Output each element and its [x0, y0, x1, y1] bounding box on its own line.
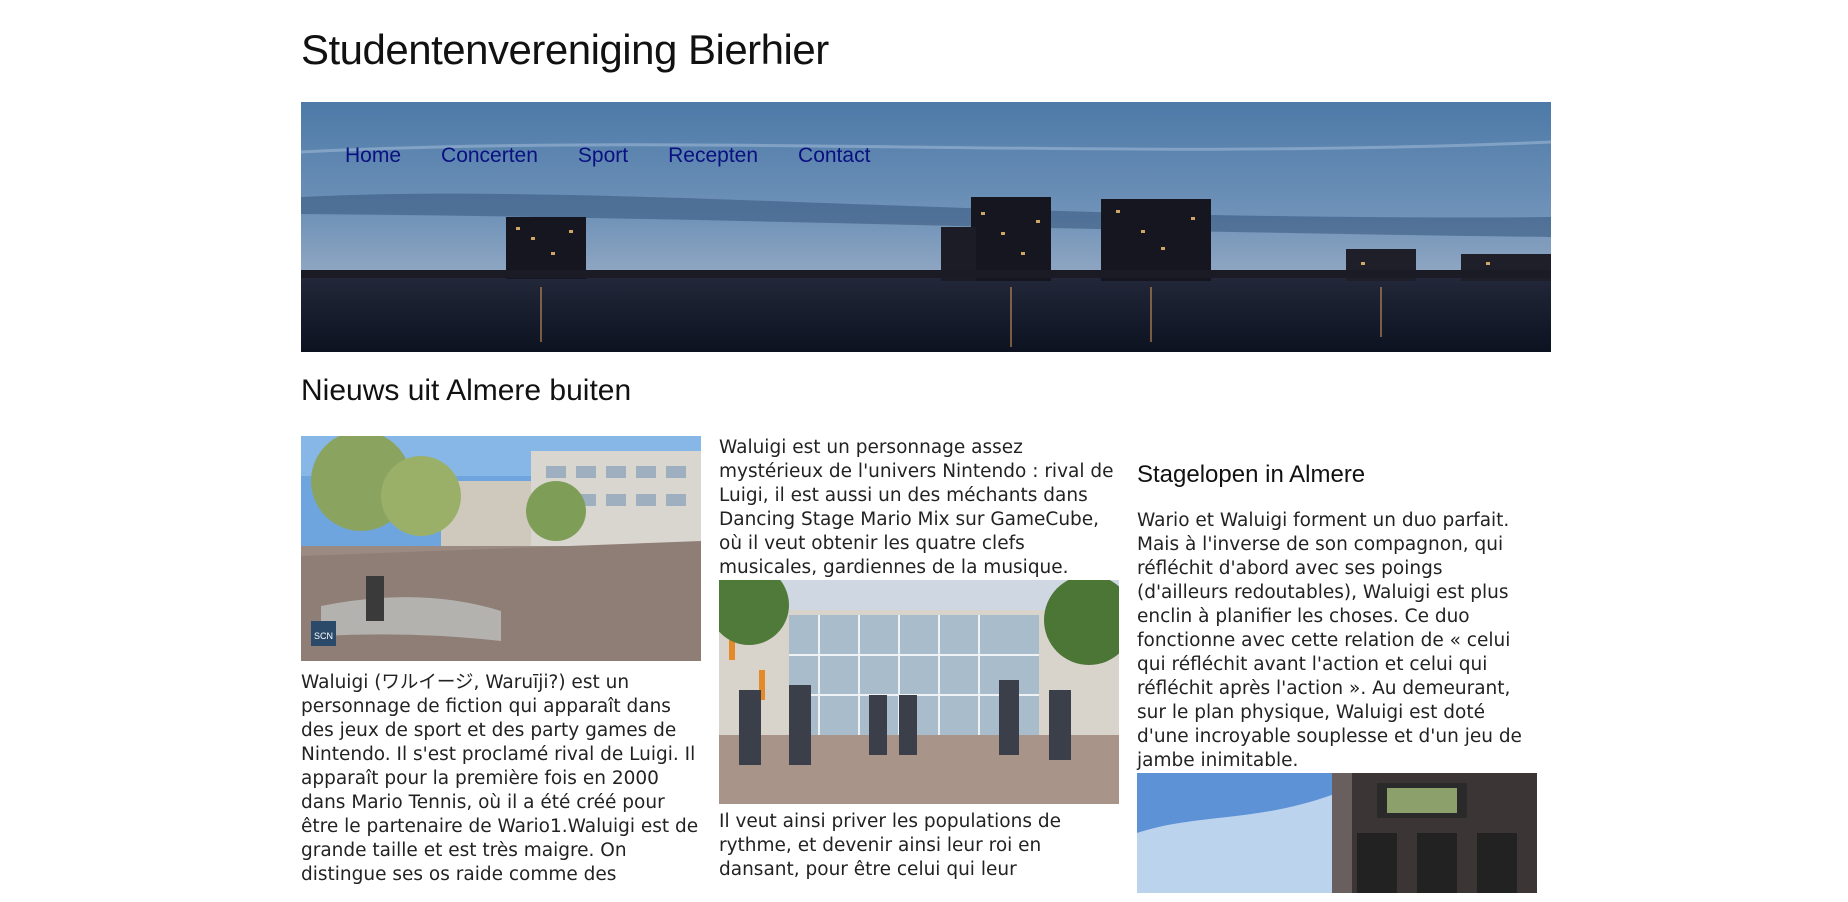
news-column-3: Stagelopen in Almere Wario et Waluigi fo… — [1137, 436, 1537, 893]
article-text-1: Waluigi (ワルイージ, Waruīji?) est un personn… — [301, 672, 699, 885]
nav-link-contact[interactable]: Contact — [798, 144, 870, 167]
square-photo: SCN — [301, 436, 701, 661]
nav-link-recepten[interactable]: Recepten — [668, 144, 758, 167]
article-text-3: Wario et Waluigi forment un duo parfait.… — [1137, 510, 1522, 771]
news-column-1: SCN Waluigi (ワルイージ, Waruīji?) est un per… — [301, 436, 701, 887]
nav-link-home[interactable]: Home — [345, 144, 401, 167]
nav-item-contact: Contact — [798, 144, 870, 168]
city-skyline-image — [301, 102, 1551, 352]
news-column-2: Waluigi est un personnage assez mystérie… — [719, 436, 1119, 882]
nav-link-concerten[interactable]: Concerten — [441, 144, 538, 167]
nav-item-sport: Sport — [578, 144, 628, 168]
article-text-2-top: Waluigi est un personnage assez mystérie… — [719, 437, 1114, 578]
article-text-2-bottom: Il veut ainsi priver les populations de … — [719, 811, 1061, 880]
site-title: Studentenvereniging Bierhier — [301, 26, 829, 73]
campus-photo — [719, 580, 1119, 804]
building-photo — [1137, 773, 1537, 893]
section-heading: Nieuws uit Almere buiten — [301, 374, 632, 407]
photo-badge-text: SCN — [314, 631, 333, 641]
page: Studentenvereniging Bierhier Home Concer… — [0, 0, 1848, 902]
nav-item-home: Home — [345, 144, 401, 168]
nav-link-sport[interactable]: Sport — [578, 144, 628, 167]
header-banner: Home Concerten Sport Recepten Contact — [301, 102, 1551, 352]
main-nav: Home Concerten Sport Recepten Contact — [345, 144, 870, 168]
nav-item-recepten: Recepten — [668, 144, 758, 168]
nav-item-concerten: Concerten — [441, 144, 538, 168]
column-heading: Stagelopen in Almere — [1137, 461, 1366, 488]
